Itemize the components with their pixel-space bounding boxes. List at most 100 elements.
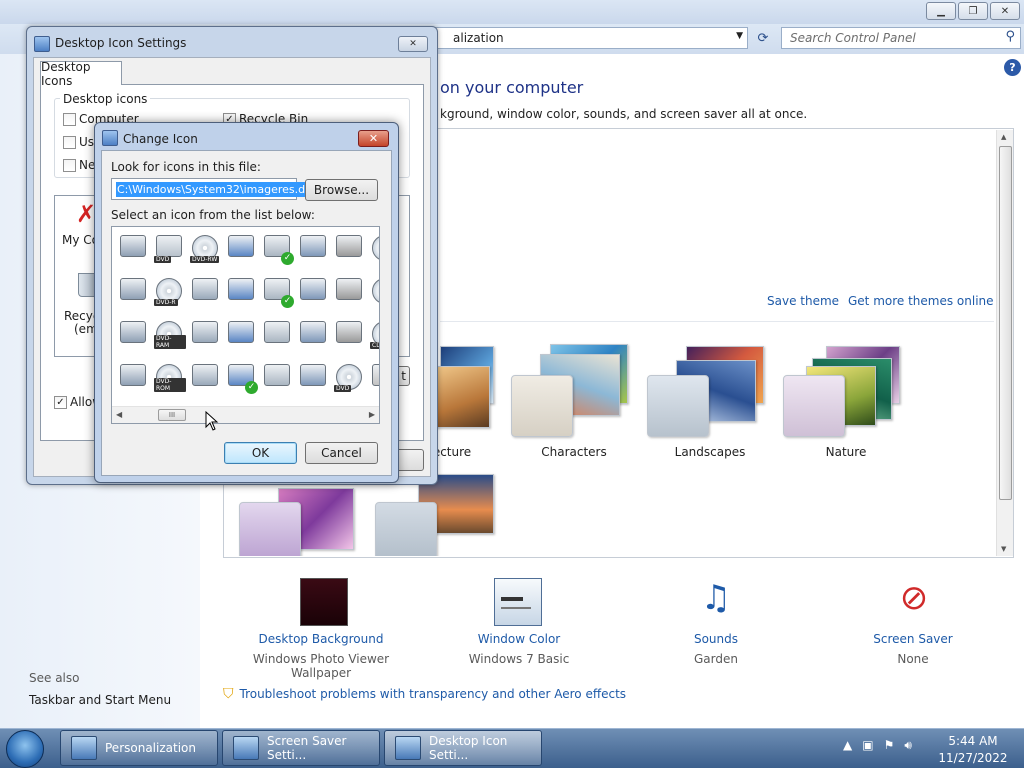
recycle-bin-full-icon[interactable]	[296, 274, 330, 308]
screen-saver-icon[interactable]: ⊘	[890, 578, 938, 626]
card-reader-icon[interactable]	[188, 317, 222, 351]
desktop-icons-group-label: Desktop icons	[60, 92, 151, 106]
window-color-link[interactable]: Window Color	[419, 632, 619, 646]
computer-checkbox[interactable]	[63, 113, 76, 126]
action-center-flag-icon[interactable]: ⚑	[884, 738, 895, 753]
dvd-rom-disc-icon[interactable]: DVD-ROM	[152, 360, 186, 394]
memory-chip-icon[interactable]	[116, 274, 150, 308]
sounds-link[interactable]: Sounds	[616, 632, 816, 646]
removable-drive-icon[interactable]	[188, 360, 222, 394]
mobile-phone-icon[interactable]	[224, 317, 258, 351]
close-button[interactable]: ✕	[990, 2, 1020, 20]
hard-drive-icon[interactable]	[116, 317, 150, 351]
save-theme-link[interactable]: Save theme	[767, 294, 839, 308]
printer-check-icon[interactable]: ✓	[260, 231, 294, 265]
change-icon-close-button[interactable]: ✕	[358, 130, 389, 147]
taskbar-item-screen-saver[interactable]: Screen Saver Setti...	[222, 730, 380, 766]
floppy-check-icon[interactable]: ✓	[224, 360, 258, 394]
scroll-up-icon[interactable]: ▲	[1001, 133, 1006, 141]
browse-button[interactable]: Browse...	[305, 179, 378, 201]
theme-thumbnail-characters[interactable]	[510, 342, 630, 437]
scroll-thumb[interactable]	[999, 146, 1012, 500]
screen-saver-value: None	[897, 652, 929, 666]
minimize-button[interactable]: ▁	[926, 2, 956, 20]
theme-thumbnail-nature[interactable]	[782, 342, 902, 437]
windows-logo-icon[interactable]	[116, 360, 150, 394]
printer-icon[interactable]	[260, 317, 294, 351]
network-printer-icon[interactable]	[296, 231, 330, 265]
padlock-icon[interactable]	[332, 317, 366, 351]
allow-themes-checkbox[interactable]: ✓	[54, 396, 67, 409]
desktop-background-icon[interactable]	[300, 578, 348, 626]
shield-icon: ⛉	[223, 686, 234, 702]
dvd-rw-disc-icon[interactable]: DVD-RW	[188, 231, 222, 265]
disc-format-label: DVD-ROM	[154, 378, 186, 392]
dvd-r-disc-icon[interactable]: DVD-R	[152, 274, 186, 308]
window-color-value: Windows 7 Basic	[468, 652, 570, 666]
printer-check-icon[interactable]: ✓	[260, 274, 294, 308]
taskbar-item-desktop-icon-settings[interactable]: Desktop Icon Setti...	[384, 730, 542, 766]
network-icon[interactable]: ▣	[862, 738, 873, 753]
scroll-thumb[interactable]: III	[158, 409, 186, 421]
desktop-icon-settings-apply-button[interactable]	[396, 449, 424, 471]
scroll-down-icon[interactable]: ▼	[1001, 545, 1006, 553]
user-files-checkbox[interactable]	[63, 136, 76, 149]
mouse-cursor-icon	[205, 411, 219, 431]
taskbar-item-personalization[interactable]: Personalization	[60, 730, 218, 766]
desktop-icon-settings-app-icon	[34, 36, 50, 52]
troubleshoot-label: Troubleshoot problems with transparency …	[239, 687, 627, 701]
scroll-right-icon[interactable]: ▶	[369, 410, 375, 419]
dvd-ram-disc-icon[interactable]: DVD-RAM	[152, 317, 186, 351]
change-icon-title: Change Icon	[123, 132, 198, 146]
dvd-disc-icon[interactable]: DVD	[332, 360, 366, 394]
cable-icon[interactable]	[332, 274, 366, 308]
network-checkbox[interactable]	[63, 159, 76, 172]
recycle-bin-icon[interactable]	[296, 317, 330, 351]
screen-saver-link[interactable]: Screen Saver	[813, 632, 1013, 646]
scroll-left-icon[interactable]: ◀	[116, 410, 122, 419]
theme-thumbnail-landscapes[interactable]	[646, 342, 766, 437]
icon-grid[interactable]: DVD DVD-RW ✓ DVD-R ✓ DVD-RAM CD DVD-ROM ✓ DVD	[111, 226, 380, 424]
desktop-icon-settings-title: Desktop Icon Settings	[55, 36, 187, 50]
disc-icon[interactable]	[368, 274, 379, 308]
ok-button[interactable]: OK	[224, 442, 297, 464]
floppy-drive-icon[interactable]	[188, 274, 222, 308]
search-icon[interactable]: ⚲	[1005, 29, 1015, 44]
start-button[interactable]	[6, 730, 44, 768]
sounds-icon[interactable]: ♫	[692, 578, 740, 626]
volume-icon[interactable]: 🔊︎	[904, 738, 912, 753]
disc-icon[interactable]	[368, 231, 379, 265]
cancel-button[interactable]: Cancel	[305, 442, 378, 464]
icon-file-path-input[interactable]: C:\Windows\System32\imageres.dll	[111, 178, 313, 200]
printer-icon[interactable]	[296, 360, 330, 394]
cd-icon[interactable]: CD	[368, 317, 379, 351]
usb-drive-icon[interactable]	[116, 231, 150, 265]
show-hidden-icons-icon[interactable]: ▲	[843, 738, 852, 753]
desktop-background-link[interactable]: Desktop Background	[221, 632, 421, 646]
address-bar[interactable]: alization ▼	[420, 27, 748, 49]
theme-list-scrollbar[interactable]: ▲ ▼	[996, 130, 1013, 556]
desktop-icon-settings-close-button[interactable]: ✕	[398, 36, 428, 52]
taskbar-start-menu-link[interactable]: Taskbar and Start Menu	[29, 693, 171, 707]
theme-thumbnail-row2-a[interactable]	[238, 486, 358, 556]
troubleshoot-link[interactable]: ⛉ Troubleshoot problems with transparenc…	[223, 686, 626, 702]
select-icon-label: Select an icon from the list below:	[111, 208, 315, 222]
media-player-icon[interactable]	[368, 360, 379, 394]
screen-saver-window-icon	[233, 736, 259, 760]
camcorder-icon[interactable]	[224, 274, 258, 308]
window-color-icon[interactable]	[494, 578, 542, 626]
network-globe-printer-icon[interactable]	[224, 231, 258, 265]
camera-icon[interactable]	[332, 231, 366, 265]
control-panel-titlebar	[0, 0, 1024, 24]
icon-grid-scrollbar[interactable]: ◀ III ▶	[112, 406, 379, 423]
floppy-icon[interactable]	[260, 360, 294, 394]
clock[interactable]: 5:44 AM 11/27/2022	[930, 733, 1016, 767]
get-more-themes-link[interactable]: Get more themes online	[848, 294, 994, 308]
search-input[interactable]: Search Control Panel ⚲	[781, 27, 1021, 49]
tab-desktop-icons[interactable]: Desktop Icons	[40, 60, 122, 88]
refresh-icon[interactable]: ⟳	[752, 27, 774, 49]
help-icon[interactable]: ?	[1004, 59, 1021, 76]
chevron-down-icon[interactable]: ▼	[736, 31, 743, 41]
maximize-button[interactable]: ❐	[958, 2, 988, 20]
dvd-drive-icon[interactable]: DVD	[152, 231, 186, 265]
